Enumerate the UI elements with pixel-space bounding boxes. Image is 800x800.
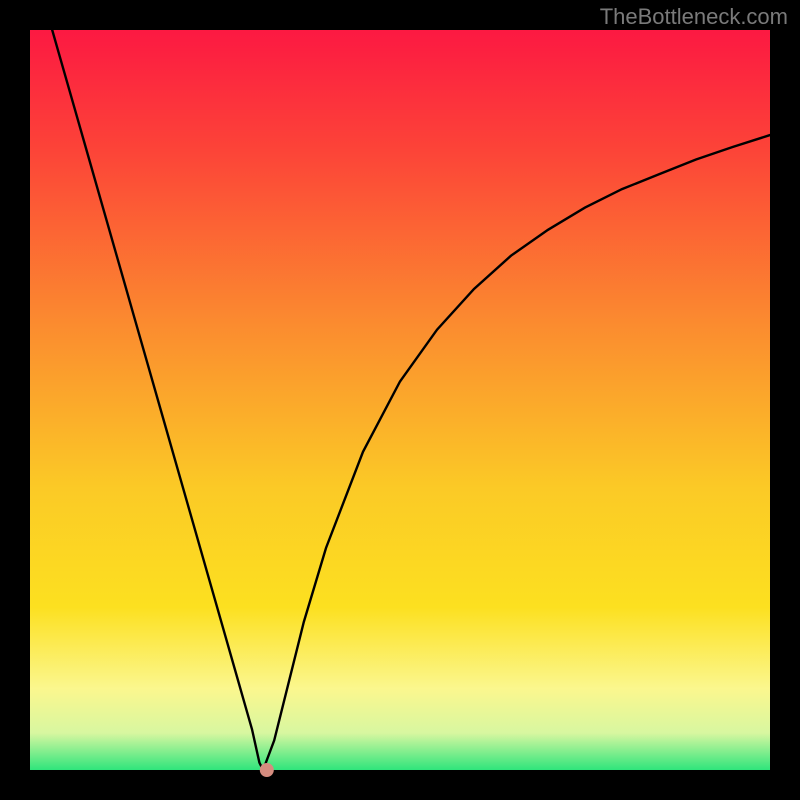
- plot-background: [30, 30, 770, 770]
- bottleneck-chart: [0, 0, 800, 800]
- chart-container: TheBottleneck.com: [0, 0, 800, 800]
- watermark-text: TheBottleneck.com: [600, 4, 788, 30]
- minimum-marker: [260, 763, 274, 777]
